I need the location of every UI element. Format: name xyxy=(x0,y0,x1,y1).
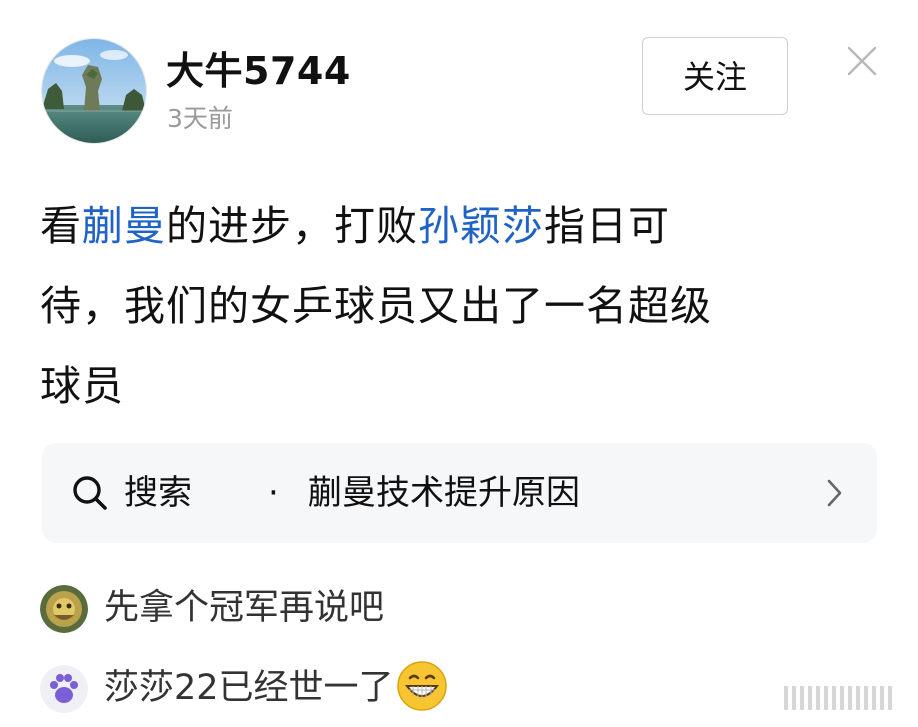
chevron-right-icon[interactable] xyxy=(822,476,846,510)
search-label: 搜索 xyxy=(124,473,192,513)
search-icon xyxy=(73,476,107,510)
close-icon[interactable] xyxy=(846,45,878,77)
commenter-avatar[interactable] xyxy=(40,665,88,713)
post-text: 看蒯曼的进步，打败孙颖莎指日可 待，我们的女乒球员又出了一名超级 球员 xyxy=(40,186,870,426)
paw-icon xyxy=(40,665,88,713)
post-card: 大牛5744 3天前 关注 看蒯曼的进步，打败孙颖莎指日可 待，我们的女乒球员又… xyxy=(0,0,918,727)
search-query: 蒯曼技术提升原因 xyxy=(308,473,580,513)
comment-item[interactable]: 先拿个冠军再说吧 xyxy=(40,579,560,639)
follow-button[interactable]: 关注 xyxy=(642,37,788,115)
search-separator: · xyxy=(268,473,279,513)
post-line: 待，我们的女乒球员又出了一名超级 xyxy=(40,266,870,346)
post-line: 看蒯曼的进步，打败孙颖莎指日可 xyxy=(40,186,870,266)
comment-text: 先拿个冠军再说吧 xyxy=(104,588,385,628)
avatar[interactable] xyxy=(41,38,147,144)
post-text-segment: 看 xyxy=(40,202,82,250)
watermark-logo xyxy=(784,686,892,710)
avatar-landscape-image xyxy=(42,39,146,143)
post-line: 球员 xyxy=(40,346,870,426)
post-time: 3天前 xyxy=(167,104,233,133)
post-text-segment: 指日可 xyxy=(544,202,670,250)
username[interactable]: 大牛5744 xyxy=(166,44,351,98)
comment-text: 莎莎22已经世一了 xyxy=(104,659,448,717)
post-text-segment: 待，我们的女乒球员又出了一名超级 xyxy=(40,282,712,330)
grin-emoji-icon xyxy=(396,661,447,711)
post-text-segment: 的进步，打败 xyxy=(166,202,418,250)
commenter-avatar[interactable] xyxy=(40,585,88,633)
post-text-segment: 球员 xyxy=(40,362,124,410)
search-suggestion-bar[interactable]: 搜索 · 蒯曼技术提升原因 xyxy=(42,443,877,543)
mention-link-sunyingsha[interactable]: 孙颖莎 xyxy=(418,202,544,250)
mention-link-kuaiman[interactable]: 蒯曼 xyxy=(82,202,166,250)
comment-text-content: 莎莎22已经世一了 xyxy=(104,668,394,708)
comment-item[interactable]: 莎莎22已经世一了 xyxy=(40,659,560,719)
commenter-avatar-image xyxy=(40,585,88,633)
